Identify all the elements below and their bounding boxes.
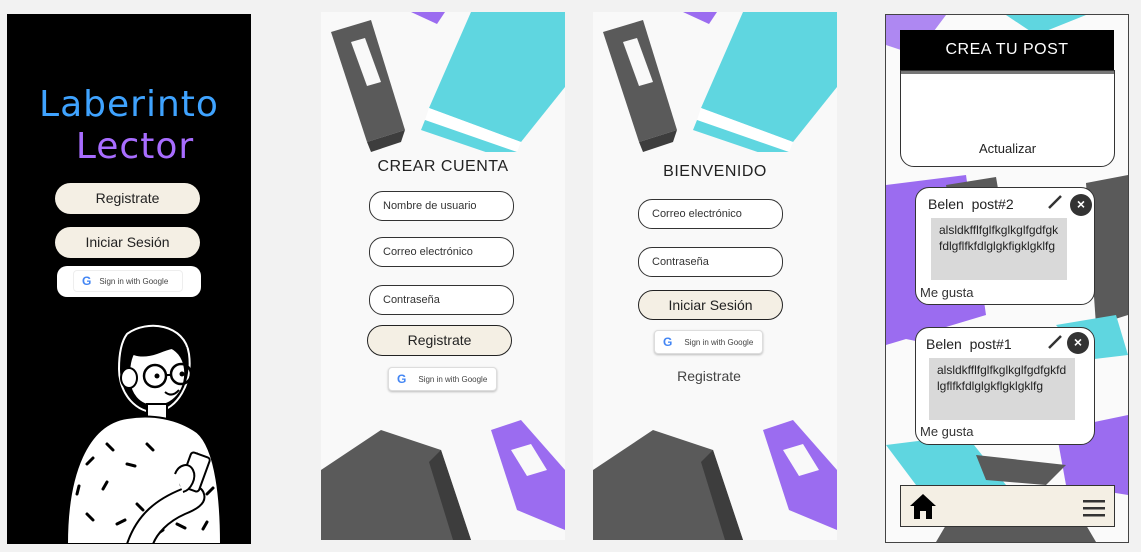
post-content: alsldkfflfglfkglkglfgdfgkfdlgflfkfdlglgk… [931, 218, 1067, 280]
post-composer[interactable]: Actualizar [900, 70, 1115, 167]
pencil-icon[interactable] [1046, 333, 1064, 351]
google-g-icon: G [397, 372, 407, 386]
login-button[interactable]: Iniciar Sesión [55, 227, 200, 258]
like-button[interactable]: Me gusta [920, 424, 973, 439]
post-content: alsldkfflfglfkglkglfgdfgkfdlgflfkfdlglgk… [929, 358, 1075, 420]
post-title: post#2 [971, 196, 1014, 212]
post-title: post#1 [969, 336, 1012, 352]
google-signin-button[interactable]: G Sign in with Google [73, 270, 183, 292]
logo-line1: Laberinto [39, 84, 219, 125]
google-signin-button[interactable]: G Sign in with Google [654, 330, 763, 354]
book-icon [603, 12, 837, 152]
username-field[interactable]: Nombre de usuario [369, 191, 514, 221]
username-placeholder: Nombre de usuario [383, 200, 477, 212]
update-button[interactable]: Actualizar [901, 141, 1114, 156]
book-icon [321, 420, 565, 540]
login-button-label: Iniciar Sesión [668, 297, 753, 313]
register-screen: CREAR CUENTA Nombre de usuario Correo el… [321, 12, 565, 540]
logo-line2: Lector [75, 126, 195, 167]
close-icon[interactable]: × [1070, 194, 1092, 216]
home-icon[interactable] [908, 491, 938, 521]
register-button[interactable]: Registrate [55, 183, 200, 214]
password-field[interactable]: Contraseña [638, 247, 783, 277]
register-link[interactable]: Registrate [593, 368, 825, 384]
post-user: Belen [926, 336, 962, 352]
splash-screen: Laberinto Lector Registrate Iniciar Sesi… [7, 14, 251, 544]
close-icon[interactable]: × [1067, 332, 1089, 354]
composer-divider [901, 71, 1114, 74]
login-button-label: Iniciar Sesión [85, 234, 170, 250]
like-button[interactable]: Me gusta [920, 285, 973, 300]
login-button[interactable]: Iniciar Sesión [638, 290, 783, 320]
bottom-nav [900, 485, 1115, 527]
password-placeholder: Contraseña [652, 256, 709, 268]
post-card: Belen post#2 × alsldkfflfglfkglkglfgdfgk… [915, 187, 1095, 305]
email-field[interactable]: Correo electrónico [369, 237, 514, 267]
password-field[interactable]: Contraseña [369, 285, 514, 315]
menu-icon[interactable] [1083, 499, 1105, 517]
post-card: Belen post#1 × alsldkfflfglfkglkglfgdfgk… [915, 327, 1095, 445]
book-icon [331, 12, 565, 152]
google-signin-label: Sign in with Google [684, 337, 754, 347]
google-g-icon: G [82, 274, 92, 288]
register-button[interactable]: Registrate [367, 325, 512, 356]
girl-illustration [65, 324, 223, 544]
password-placeholder: Contraseña [383, 294, 440, 306]
login-screen: BIENVENIDO Correo electrónico Contraseña… [593, 12, 837, 540]
post-user: Belen [928, 196, 964, 212]
post-header: Belen post#1 [926, 336, 1012, 352]
register-button-label: Registrate [407, 332, 472, 348]
register-button-label: Registrate [95, 190, 160, 206]
book-icon [593, 420, 837, 540]
page-title: CREAR CUENTA [377, 158, 509, 175]
email-field[interactable]: Correo electrónico [638, 199, 783, 229]
create-post-header: CREA TU POST [900, 30, 1114, 70]
posts-screen: CREA TU POST Actualizar Belen post#2 × a… [885, 14, 1129, 543]
email-placeholder: Correo electrónico [383, 246, 473, 258]
google-g-icon: G [663, 335, 673, 349]
page-title: BIENVENIDO [663, 163, 767, 180]
post-header: Belen post#2 [928, 196, 1014, 212]
google-signin-label: Sign in with Google [99, 276, 169, 286]
email-placeholder: Correo electrónico [652, 208, 742, 220]
google-signin-button[interactable]: G Sign in with Google [388, 367, 497, 391]
google-signin-label: Sign in with Google [418, 374, 488, 384]
google-signin-wrapper: G Sign in with Google [57, 266, 201, 297]
pencil-icon[interactable] [1046, 193, 1064, 211]
